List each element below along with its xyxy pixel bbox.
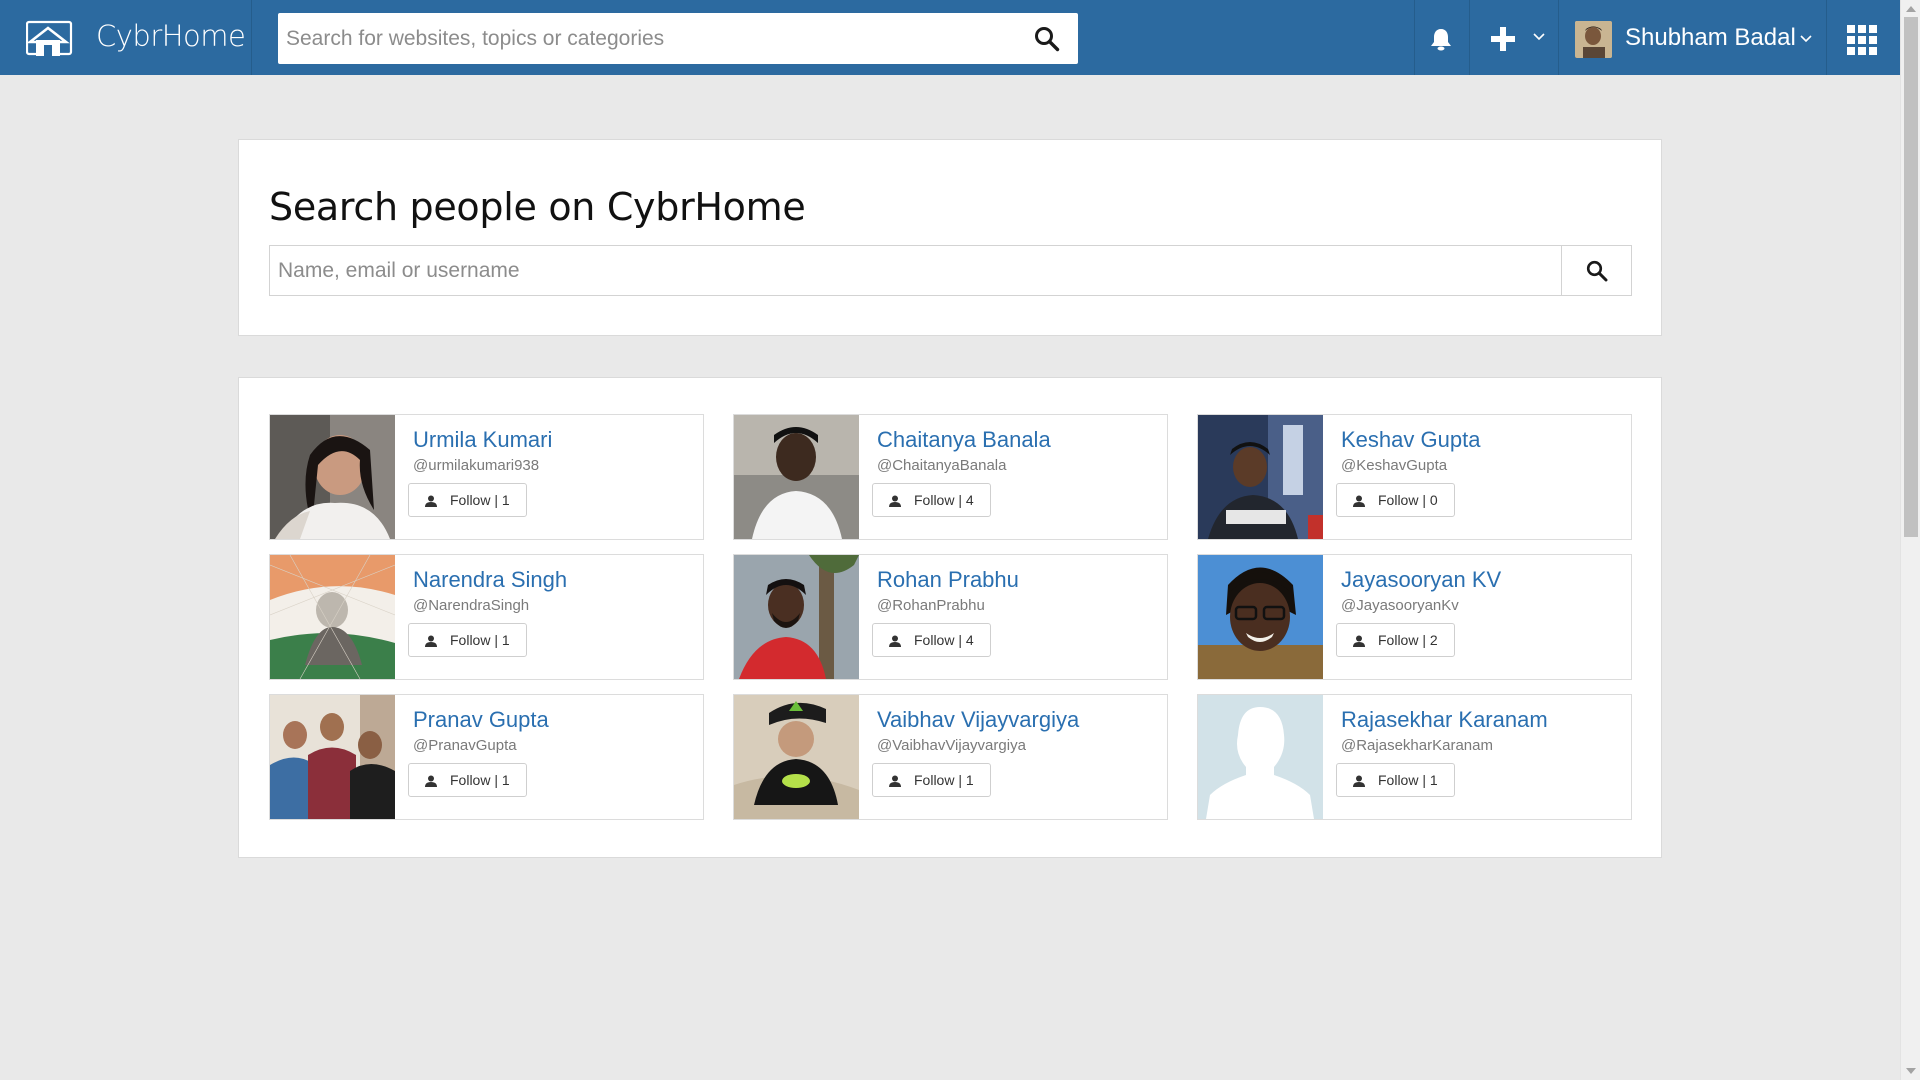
- avatar: [1575, 21, 1612, 58]
- person-handle: @ChaitanyaBanala: [877, 457, 1007, 474]
- grid-icon[interactable]: [1847, 25, 1877, 55]
- person-name-link[interactable]: Rohan Prabhu: [877, 567, 1019, 593]
- search-icon: [1586, 260, 1608, 282]
- profile-photo[interactable]: [270, 695, 395, 819]
- person-handle: @urmilakumari938: [413, 457, 540, 474]
- person-handle: @NarendraSingh: [413, 597, 530, 614]
- person-card: Chaitanya Banala @ChaitanyaBanala Follow…: [733, 414, 1168, 540]
- add-menu-button[interactable]: [1470, 0, 1558, 75]
- top-navigation-bar: CybrHome Shubham Bada: [0, 0, 1900, 75]
- follow-button[interactable]: Follow | 2: [1336, 623, 1455, 657]
- person-handle: @JayasooryanKv: [1341, 597, 1459, 614]
- person-name-link[interactable]: Pranav Gupta: [413, 707, 549, 733]
- follow-button[interactable]: Follow | 1: [408, 763, 527, 797]
- user-icon: [1353, 775, 1365, 787]
- person-name-link[interactable]: Rajasekhar Karanam: [1341, 707, 1548, 733]
- person-card: Vaibhav Vijayvargiya @VaibhavVijayvargiy…: [733, 694, 1168, 820]
- follow-label: Follow | 4: [914, 632, 974, 648]
- person-card: Narendra Singh @NarendraSingh Follow | 1: [269, 554, 704, 680]
- person-handle: @VaibhavVijayvargiya: [877, 737, 1026, 754]
- top-search-input[interactable]: [278, 13, 1018, 64]
- people-results-panel: Urmila Kumari @urmilakumari938 Follow | …: [238, 377, 1662, 858]
- follow-button[interactable]: Follow | 1: [872, 763, 991, 797]
- person-handle: @PranavGupta: [413, 737, 517, 754]
- brand-logo[interactable]: CybrHome: [0, 0, 252, 75]
- page-title: Search people on CybrHome: [269, 185, 806, 229]
- scroll-up-icon[interactable]: [1906, 6, 1916, 12]
- follow-button[interactable]: Follow | 0: [1336, 483, 1455, 517]
- user-name: Shubham Badal: [1625, 24, 1796, 51]
- plus-icon: [1491, 27, 1515, 51]
- user-icon: [425, 635, 437, 647]
- house-icon: [26, 20, 73, 56]
- user-icon: [425, 775, 437, 787]
- people-search-panel: Search people on CybrHome: [238, 139, 1662, 336]
- person-name-link[interactable]: Vaibhav Vijayvargiya: [877, 707, 1079, 733]
- brand-name: CybrHome: [96, 19, 246, 53]
- people-search-box: [269, 245, 1632, 296]
- person-name-link[interactable]: Jayasooryan KV: [1341, 567, 1501, 593]
- follow-button[interactable]: Follow | 1: [408, 623, 527, 657]
- scrollbar-thumb[interactable]: [1904, 17, 1918, 537]
- divider: [1414, 0, 1415, 75]
- scroll-down-icon[interactable]: [1906, 1068, 1916, 1074]
- person-card: Pranav Gupta @PranavGupta Follow | 1: [269, 694, 704, 820]
- bell-icon[interactable]: [1428, 26, 1454, 52]
- divider: [1558, 0, 1559, 75]
- follow-label: Follow | 4: [914, 492, 974, 508]
- follow-label: Follow | 1: [1378, 772, 1438, 788]
- profile-photo[interactable]: [734, 415, 859, 539]
- follow-button[interactable]: Follow | 1: [1336, 763, 1455, 797]
- person-name-link[interactable]: Keshav Gupta: [1341, 427, 1480, 453]
- person-card: Urmila Kumari @urmilakumari938 Follow | …: [269, 414, 704, 540]
- person-name-link[interactable]: Chaitanya Banala: [877, 427, 1051, 453]
- person-handle: @RajasekharKaranam: [1341, 737, 1493, 754]
- page-scrollbar[interactable]: [1900, 0, 1920, 1080]
- person-name-link[interactable]: Narendra Singh: [413, 567, 567, 593]
- top-search-box: [278, 13, 1078, 64]
- profile-photo[interactable]: [1198, 415, 1323, 539]
- person-name-link[interactable]: Urmila Kumari: [413, 427, 552, 453]
- follow-label: Follow | 1: [914, 772, 974, 788]
- profile-photo[interactable]: [1198, 555, 1323, 679]
- person-handle: @KeshavGupta: [1341, 457, 1448, 474]
- people-search-button[interactable]: [1561, 246, 1631, 295]
- user-icon: [1353, 495, 1365, 507]
- follow-label: Follow | 1: [450, 772, 510, 788]
- user-icon: [425, 495, 437, 507]
- follow-button[interactable]: Follow | 4: [872, 623, 991, 657]
- default-avatar[interactable]: [1198, 695, 1323, 819]
- profile-photo[interactable]: [734, 555, 859, 679]
- divider: [1826, 0, 1827, 75]
- person-card: Jayasooryan KV @JayasooryanKv Follow | 2: [1197, 554, 1632, 680]
- user-icon: [889, 775, 901, 787]
- follow-button[interactable]: Follow | 4: [872, 483, 991, 517]
- follow-label: Follow | 1: [450, 492, 510, 508]
- person-card: Rohan Prabhu @RohanPrabhu Follow | 4: [733, 554, 1168, 680]
- person-card: Rajasekhar Karanam @RajasekharKaranam Fo…: [1197, 694, 1632, 820]
- user-icon: [1353, 635, 1365, 647]
- person-card: Keshav Gupta @KeshavGupta Follow | 0: [1197, 414, 1632, 540]
- follow-label: Follow | 2: [1378, 632, 1438, 648]
- search-icon[interactable]: [1034, 26, 1060, 52]
- user-icon: [889, 635, 901, 647]
- profile-photo[interactable]: [270, 415, 395, 539]
- follow-label: Follow | 1: [450, 632, 510, 648]
- user-icon: [889, 495, 901, 507]
- user-menu-button[interactable]: Shubham Badal: [1560, 0, 1826, 75]
- people-search-input[interactable]: [270, 246, 1560, 295]
- follow-button[interactable]: Follow | 1: [408, 483, 527, 517]
- profile-photo[interactable]: [270, 555, 395, 679]
- profile-photo[interactable]: [734, 695, 859, 819]
- chevron-down-icon: [1533, 33, 1545, 41]
- chevron-down-icon: [1800, 35, 1812, 43]
- follow-label: Follow | 0: [1378, 492, 1438, 508]
- person-handle: @RohanPrabhu: [877, 597, 985, 614]
